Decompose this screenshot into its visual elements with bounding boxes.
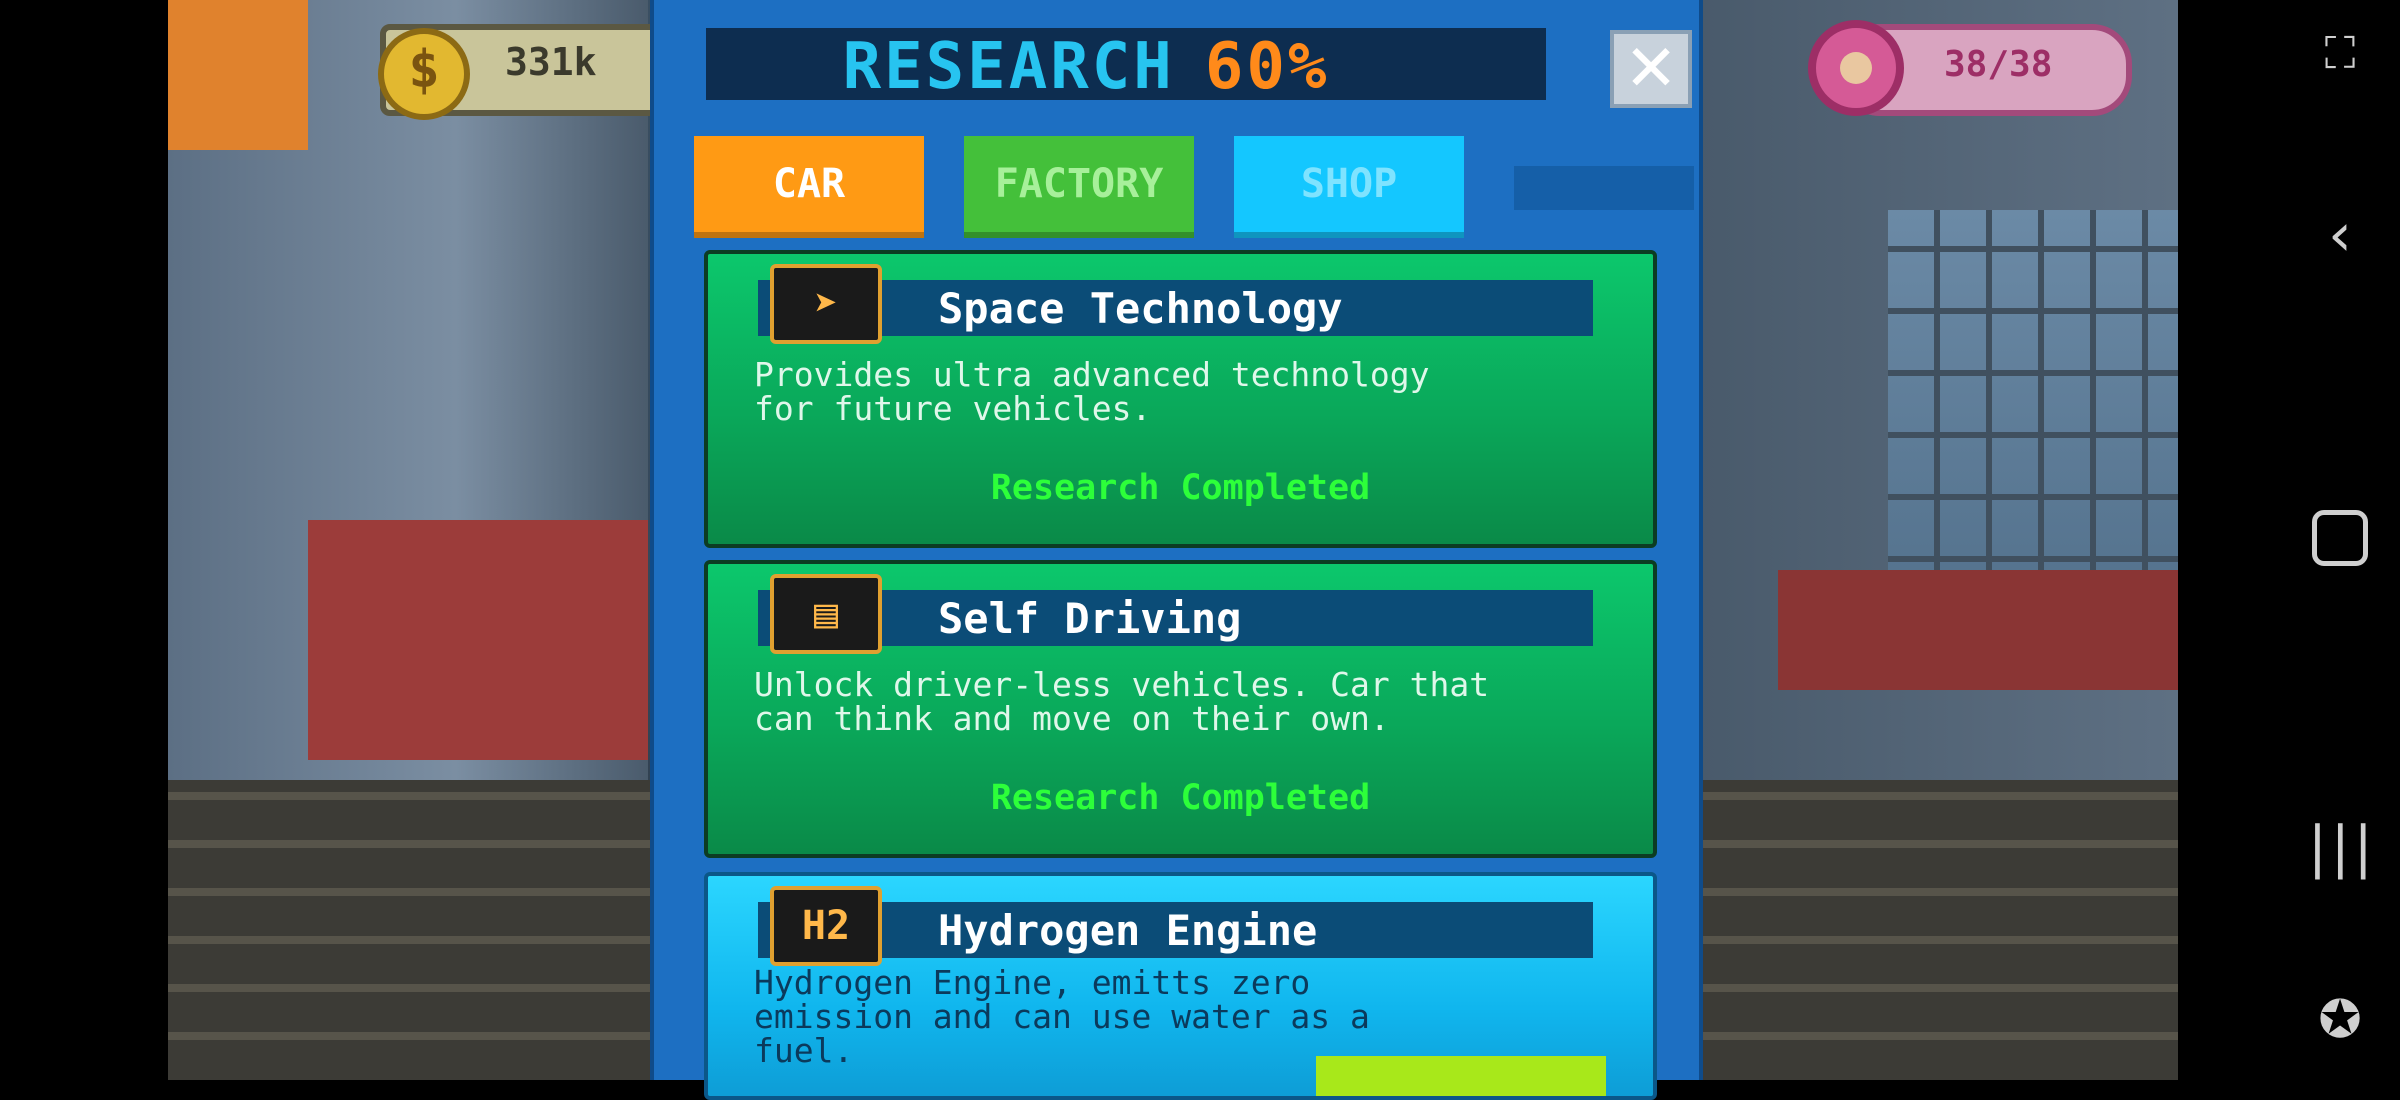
donut-icon	[1808, 20, 1904, 116]
tab-rail	[1514, 166, 1694, 210]
research-panel: RESEARCH 60% ✕ CAR FACTORY SHOP ➤ Space T…	[650, 0, 1703, 1100]
profile-avatar[interactable]	[168, 0, 308, 150]
research-item-title: Space Technology	[938, 284, 1343, 333]
research-title-bar: RESEARCH 60%	[706, 28, 1546, 104]
research-item-description: Provides ultra advanced technology for f…	[754, 355, 1430, 428]
game-launcher-icon[interactable]: ✪	[2308, 990, 2372, 1050]
research-item-description: Unlock driver-less vehicles. Car that ca…	[754, 665, 1490, 738]
recents-icon[interactable]: |||	[2308, 815, 2373, 880]
research-title-text: RESEARCH	[842, 30, 1175, 104]
tab-car[interactable]: CAR	[694, 136, 924, 238]
back-icon[interactable]: ‹	[2308, 200, 2372, 270]
system-navigation-bar: ⛶ ‹ ||| ✪	[2280, 0, 2400, 1080]
scene-left-red-panel	[308, 520, 648, 760]
home-icon[interactable]	[2308, 510, 2372, 566]
research-item-status: Research Completed	[990, 778, 1371, 818]
research-item-title: Hydrogen Engine	[938, 906, 1318, 955]
scene-right-red-panel	[1778, 570, 2178, 690]
h2-icon: H2	[770, 886, 882, 966]
donut-value: 38/38	[1944, 44, 2053, 85]
research-item-self-driving[interactable]: ▤ Self Driving Unlock driver-less vehicl…	[704, 560, 1657, 858]
screen-control-icon[interactable]: ⛶	[2308, 28, 2372, 79]
tab-factory[interactable]: FACTORY	[964, 136, 1194, 238]
research-item-description: Hydrogen Engine, emitts zero emission an…	[754, 963, 1370, 1070]
research-item-hydrogen-engine[interactable]: H2 Hydrogen Engine Hydrogen Engine, emit…	[704, 872, 1657, 1100]
computer-icon: ▤	[770, 574, 882, 654]
research-item-title: Self Driving	[938, 594, 1242, 643]
money-value: 331k	[505, 40, 597, 84]
research-title: RESEARCH 60%	[706, 30, 1466, 104]
research-progress: 60%	[1204, 30, 1330, 104]
tab-shop[interactable]: SHOP	[1234, 136, 1464, 238]
research-item-space-technology[interactable]: ➤ Space Technology Provides ultra advanc…	[704, 250, 1657, 548]
coin-symbol: $	[408, 40, 440, 100]
research-button[interactable]	[1316, 1056, 1606, 1096]
coin-icon: $	[378, 28, 470, 120]
close-button[interactable]: ✕	[1610, 30, 1692, 108]
rocket-icon: ➤	[770, 264, 882, 344]
close-icon: ✕	[1624, 32, 1678, 106]
research-item-status: Research Completed	[990, 468, 1371, 508]
